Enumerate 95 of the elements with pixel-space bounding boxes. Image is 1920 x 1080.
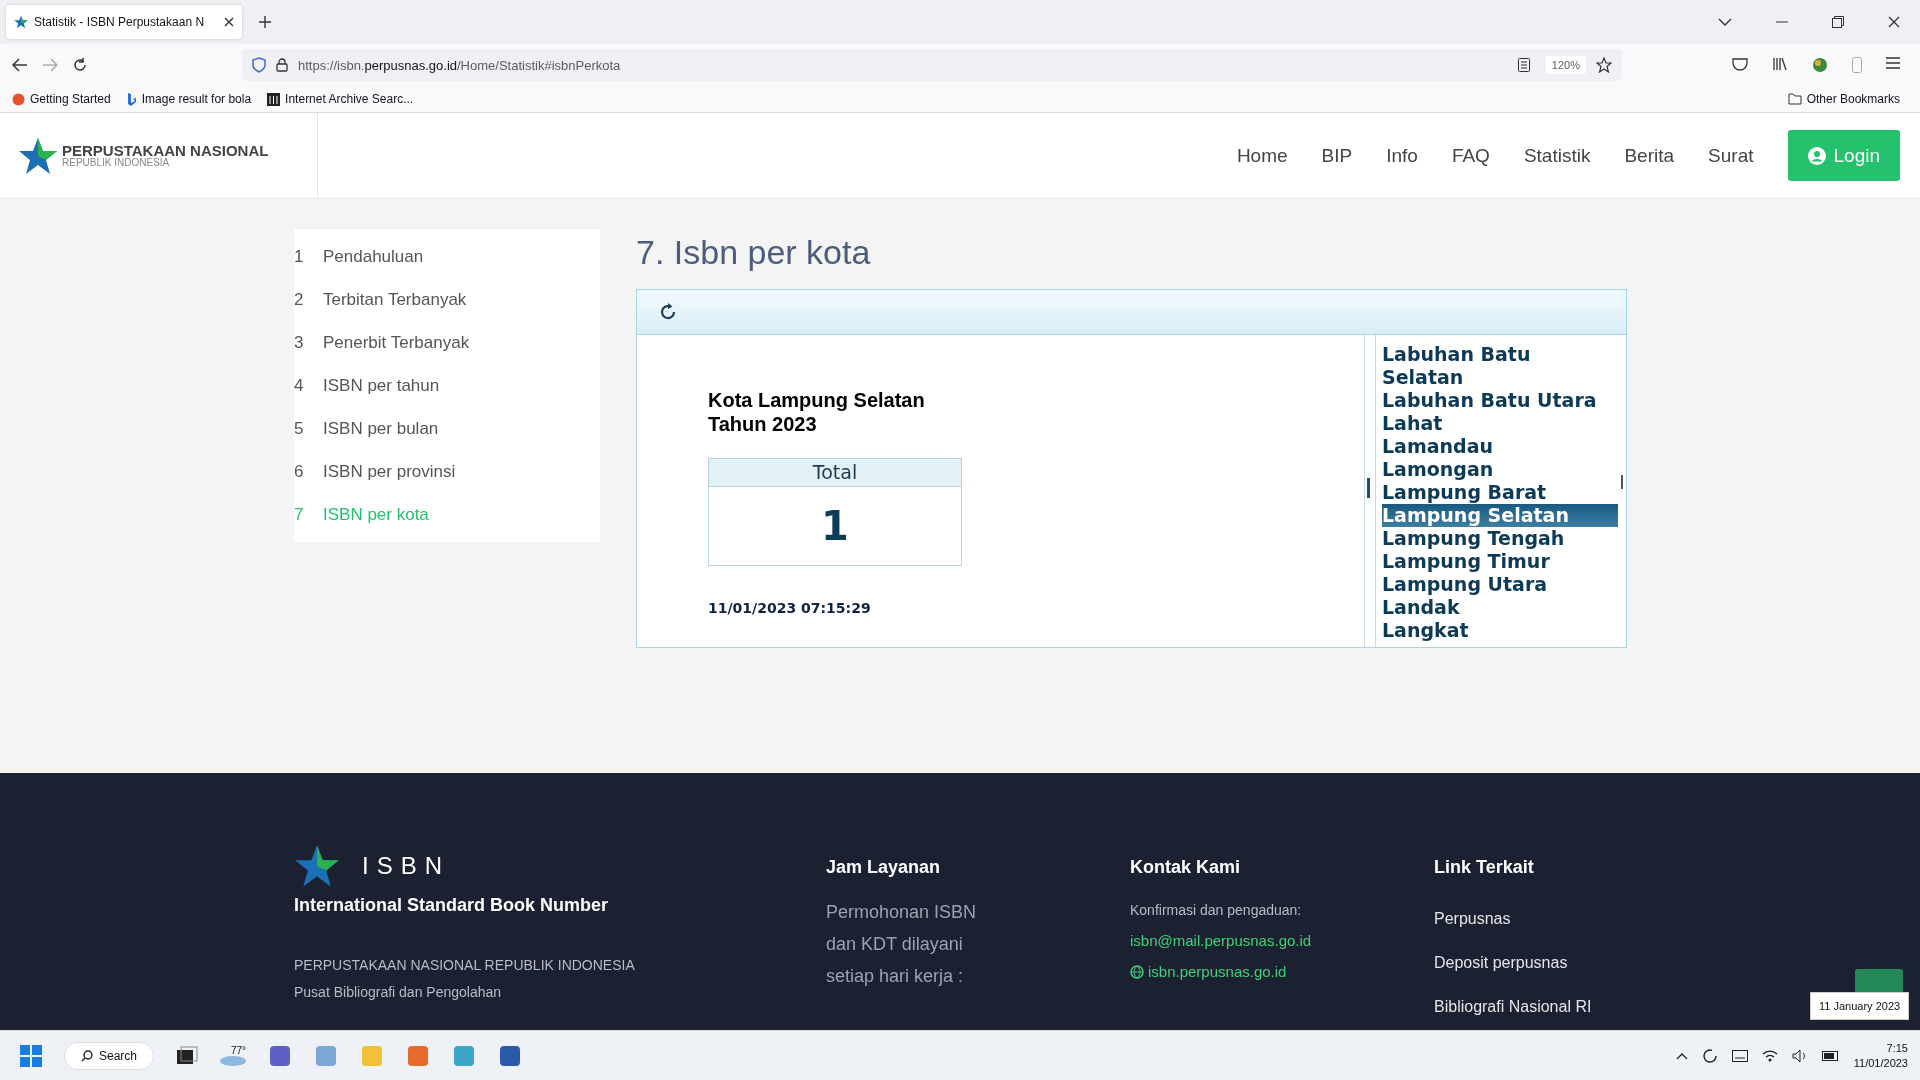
clock[interactable]: 7:15 11/01/2023 [1853,1040,1908,1071]
wifi-icon[interactable] [1761,1049,1778,1062]
nav-link[interactable]: FAQ [1451,144,1490,167]
website-link[interactable]: isbn.perpusnas.go.id [1148,963,1287,980]
city-item[interactable]: Lamandau [1382,435,1618,458]
bookmark-link[interactable]: Other Bookmarks [1787,92,1900,106]
cloud-icon [220,1055,247,1066]
chevron-down-icon[interactable] [1718,18,1732,26]
splitter-handle[interactable] [1367,478,1370,498]
address-line: Pusat Bibliografi dan Pengolahan [294,983,503,1002]
sidebar-item[interactable]: 5 ISBN per bulan [294,407,600,450]
sidebar-item[interactable]: 3 Penerbit Terbanyak [294,321,600,364]
hours-line: Permohonan ISBN [826,901,978,924]
keyboard-icon[interactable] [1731,1049,1748,1062]
brand-tagline: International Standard Book Number [294,895,610,916]
sidebar-item[interactable]: 4 ISBN per tahun [294,364,600,407]
address-bar[interactable]: https://isbn.perpusnas.go.id/Home/Statistik#isbnPerkota 120% [242,49,1622,81]
bookmark-link[interactable]: Getting Started [12,92,111,106]
url-text: https://isbn.perpusnas.go.id/Home/Statistik#isbnPerkota [298,57,621,73]
restore-icon[interactable] [1832,16,1844,28]
star-icon[interactable] [1596,57,1612,73]
firefox-icon [12,92,25,106]
hours-line: setiap hari kerja : [826,965,965,988]
nav-link[interactable]: Info [1386,144,1418,167]
logo-title: PERPUSTAKAAN NASIONAL [62,143,269,158]
chevron-up-icon[interactable] [1675,1051,1688,1060]
report-heading: Kota Lampung Selatan Tahun 2023 [708,388,926,436]
nav-link[interactable]: BIP [1321,144,1353,167]
reload-icon[interactable] [72,57,88,73]
city-item[interactable]: Labuhan Batu Utara [1382,389,1618,412]
column-title: Link Terkait [1434,857,1535,878]
bookmark-link[interactable]: Image result for bola [126,92,252,106]
sidebar-item[interactable]: 1 Pendahuluan [294,235,600,278]
new-tab-icon[interactable] [258,15,272,29]
search-icon [81,1049,93,1062]
footer-link[interactable]: Perpusnas [1434,910,1592,928]
archive-icon [267,92,281,106]
section-title: 7. Isbn per kota [636,233,872,272]
battery-icon[interactable] [1821,1050,1840,1061]
city-item[interactable]: Langkat [1382,619,1618,642]
sync-icon[interactable] [1701,1047,1718,1064]
tab-title: Statistik - ISBN Perpustakaan N [34,15,206,29]
scrollbar-thumb[interactable] [1621,475,1623,489]
favicon-icon [14,15,28,29]
close-icon[interactable] [224,17,234,27]
report-timestamp: 11/01/2023 07:15:29 [708,600,872,616]
total-value: 1 [820,502,850,551]
city-item[interactable]: Lampung Selatan [1382,504,1618,527]
contact-note: Konfirmasi dan pengaduan: [1130,902,1303,918]
user-icon [1807,146,1826,165]
menu-icon[interactable] [1886,57,1900,69]
close-icon[interactable] [1888,16,1900,28]
folder-icon [1787,93,1802,105]
pocket-icon[interactable] [1732,57,1748,71]
city-item[interactable]: Lampung Utara [1382,573,1618,596]
email-link[interactable]: isbn@mail.perpusnas.go.id [1130,932,1312,949]
logo-subtitle: REPUBLIK INDONESIA [62,158,171,168]
date-tooltip: 11 January 2023 [1810,992,1910,1020]
city-item[interactable]: Lampung Timur [1382,550,1618,573]
address-line: PERPUSTAKAAN NASIONAL REPUBLIK INDONESIA [294,956,636,975]
city-item[interactable]: Labuhan Batu Selatan [1382,343,1618,389]
back-icon[interactable] [12,58,28,72]
city-item[interactable]: Lampung Barat [1382,481,1618,504]
zoom-level[interactable]: 120% [1545,56,1586,74]
taskbar-search[interactable]: Search [64,1041,155,1070]
footer-link[interactable]: Deposit perpusnas [1434,954,1592,972]
speaker-icon[interactable] [1791,1048,1808,1063]
bing-icon [126,92,137,106]
weather-widget[interactable]: 77° [220,1045,247,1066]
reader-view-icon[interactable] [1517,58,1530,72]
globe-icon [1130,964,1144,979]
hours-line: dan KDT dilayani [826,933,964,956]
city-item[interactable]: Lahat [1382,412,1618,435]
nav-link[interactable]: Home [1236,144,1288,167]
sidebar-item[interactable]: 2 Terbitan Terbanyak [294,278,600,321]
refresh-icon[interactable] [659,303,677,321]
lock-icon [276,58,288,72]
library-icon[interactable] [1772,57,1788,71]
city-item[interactable]: Lamongan [1382,458,1618,481]
bookmark-link[interactable]: Internet Archive Searc... [267,92,414,106]
city-item[interactable]: Landak [1382,596,1618,619]
shield-icon [252,57,266,73]
column-header: Total [709,459,961,487]
sidebar-item[interactable]: 6 ISBN per provinsi [294,450,600,493]
footer-link[interactable]: Bibliografi Nasional RI [1434,998,1592,1016]
column-title: Kontak Kami [1130,857,1242,878]
start-icon[interactable] [20,1044,42,1067]
nav-link[interactable]: Berita [1624,144,1675,167]
browser-tab[interactable]: Statistik - ISBN Perpustakaan N [6,5,242,39]
brand-name: ISBN [362,852,450,880]
task-view-icon[interactable] [176,1045,199,1066]
nav-link[interactable]: Statistik [1523,144,1591,167]
nav-link[interactable]: Surat [1708,144,1754,167]
city-item[interactable]: Lampung Tengah [1382,527,1618,550]
column-title: Jam Layanan [826,857,942,878]
